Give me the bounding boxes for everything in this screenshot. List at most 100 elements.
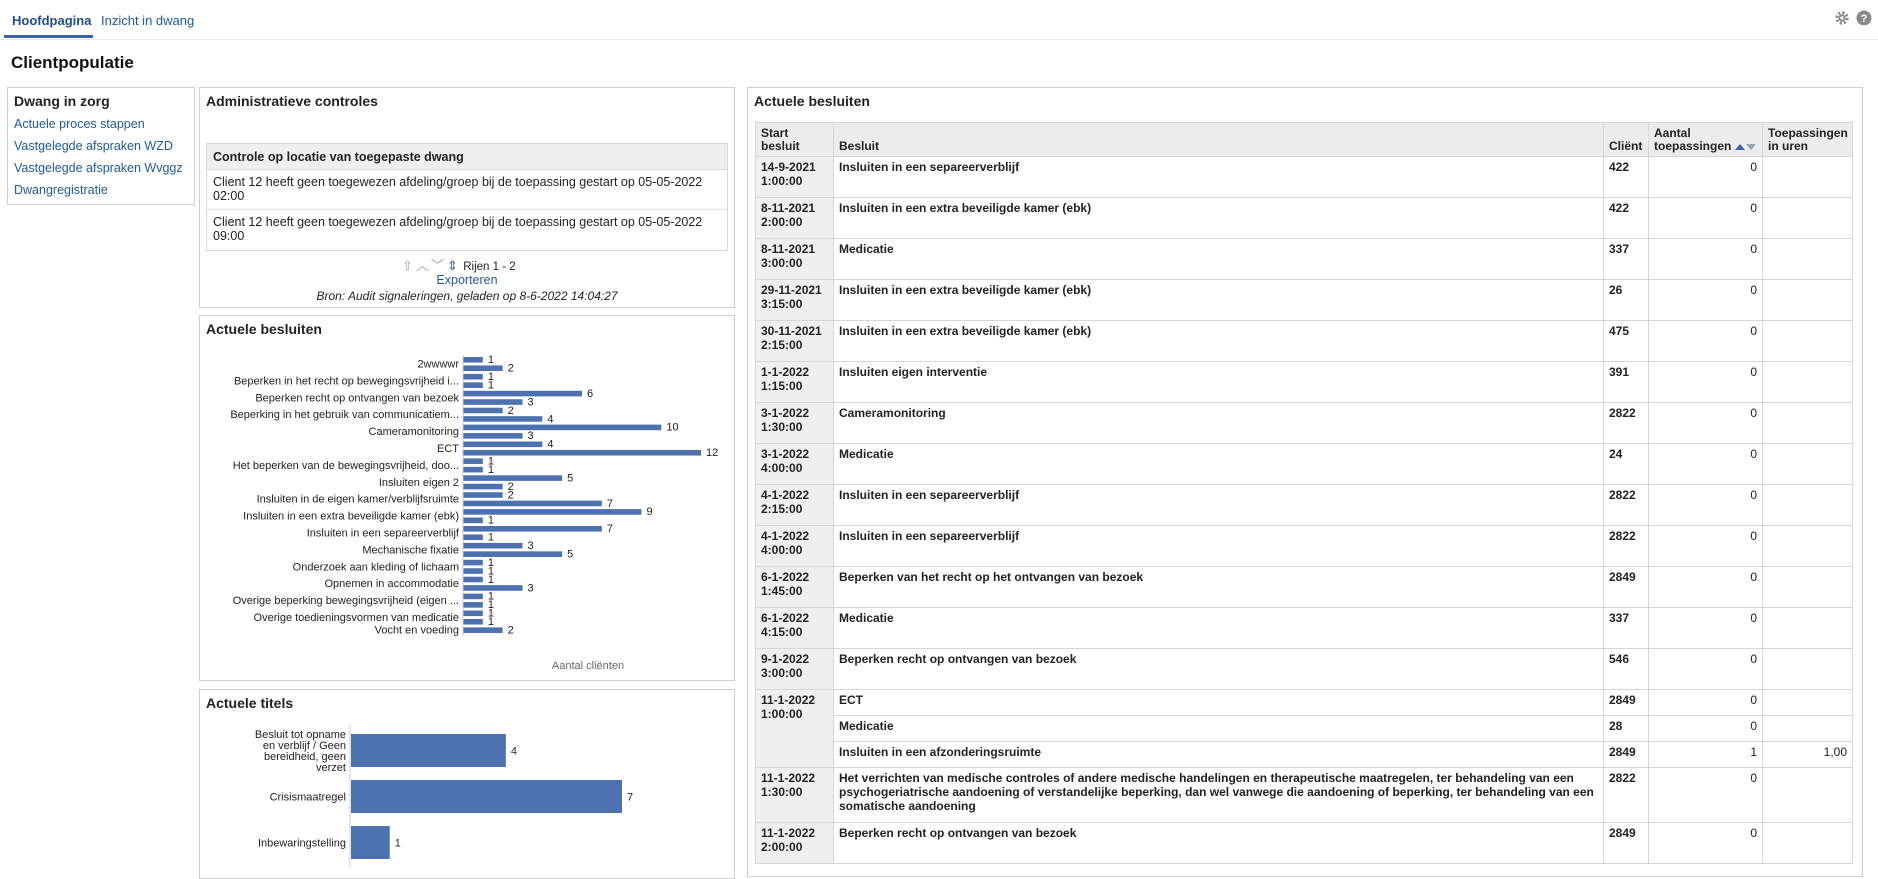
category-label: Beperken recht op ontvangen van bezoek <box>255 392 459 404</box>
start-besluit-cell: 4-1-2022 2:15:00 <box>755 484 834 526</box>
bar[interactable] <box>463 357 483 363</box>
table-row: 8-11-2021 2:00:00 Insluiten in een extra … <box>755 197 1853 239</box>
bar[interactable] <box>463 424 662 431</box>
start-besluit-cell: 4-1-2022 4:00:00 <box>755 525 834 567</box>
bar[interactable] <box>463 407 503 414</box>
menu-link-dwangregistratie[interactable]: Dwangregistratie <box>14 183 108 197</box>
category-label: Insluiten in een extra beveiligde kamer … <box>243 511 459 523</box>
table-row: Medicatie 28 0 <box>756 715 1853 742</box>
bar[interactable] <box>463 593 483 600</box>
aantal-toepassingen-cell: 0 <box>1648 238 1763 280</box>
start-besluit-cell: 3-1-2022 4:00:00 <box>755 443 834 485</box>
column-header-aantal-label: Aantal toepassingen <box>1654 126 1732 153</box>
table-row: 11-1-2022 1:00:00 ECT 2849 0 <box>755 689 1853 768</box>
pager-text: Rijen 1 - 2 <box>463 261 516 273</box>
aantal-toepassingen-cell: 0 <box>1648 607 1763 649</box>
bar[interactable] <box>463 373 483 380</box>
page-title: Clientpopulatie <box>11 53 134 72</box>
toepassingen-uren-cell <box>1762 607 1853 649</box>
bar[interactable] <box>463 627 503 633</box>
aantal-toepassingen-cell: 0 <box>1648 715 1763 742</box>
column-header-aantal[interactable]: Aantal toepassingen <box>1648 122 1763 157</box>
aantal-toepassingen-cell: 0 <box>1648 402 1763 444</box>
bar[interactable] <box>463 568 483 574</box>
bar[interactable] <box>351 734 506 767</box>
all-rows-icon[interactable]: ⇕ <box>445 258 460 274</box>
bar[interactable] <box>463 534 483 541</box>
menu-link-afspraken-wzd[interactable]: Vastgelegde afspraken WZD <box>14 139 173 153</box>
bar[interactable] <box>463 517 483 524</box>
tab-hoofdpagina[interactable]: Hoofdpagina <box>12 13 91 28</box>
panel-title: Actuele besluiten <box>206 321 322 337</box>
bar[interactable] <box>463 500 602 507</box>
aantal-toepassingen-cell: 0 <box>1648 767 1763 823</box>
aantal-toepassingen-cell: 0 <box>1648 648 1763 690</box>
help-icon[interactable]: ? <box>1856 10 1872 26</box>
bar[interactable] <box>463 526 602 532</box>
bar-value-label: 7 <box>607 523 613 535</box>
bar[interactable] <box>463 416 543 422</box>
bar[interactable] <box>463 551 563 557</box>
bar-value-label: 1 <box>488 354 494 366</box>
menu-link-afspraken-wvggz[interactable]: Vastgelegde afspraken Wvggz <box>14 161 183 175</box>
sort-descending-icon[interactable] <box>1746 143 1757 150</box>
bar[interactable] <box>463 441 543 448</box>
first-page-icon[interactable]: ⇧ <box>400 258 415 274</box>
previous-page-icon[interactable]: ︿ <box>415 255 430 274</box>
bar[interactable] <box>463 466 483 473</box>
bar[interactable] <box>463 483 503 490</box>
besluit-cell: Insluiten in een extra beveiligde kamer … <box>833 279 1604 321</box>
bar[interactable] <box>463 576 483 583</box>
start-besluit-cell: 11-1-2022 1:30:00 <box>755 767 834 823</box>
bar[interactable] <box>463 492 503 498</box>
tab-inzicht-in-dwang[interactable]: Inzicht in dwang <box>101 13 194 28</box>
bar-value-label: 2 <box>508 489 514 501</box>
bar[interactable] <box>463 433 523 439</box>
table-row: 29-11-2021 3:15:00 Insluiten in een extra… <box>755 279 1853 321</box>
bar[interactable] <box>463 390 582 397</box>
client-cell: 2849 <box>1603 822 1649 864</box>
bar[interactable] <box>463 382 483 388</box>
sort-ascending-icon[interactable] <box>1735 143 1746 150</box>
client-cell: 2822 <box>1603 767 1649 823</box>
start-besluit-cell: 1-1-2022 1:15:00 <box>755 361 834 403</box>
bar-value-label: 3 <box>528 396 534 408</box>
menu-link-actuele-proces-stappen[interactable]: Actuele proces stappen <box>14 117 145 131</box>
bar[interactable] <box>463 458 483 464</box>
toepassingen-uren-cell <box>1762 361 1853 403</box>
bar[interactable] <box>463 602 483 608</box>
bar-value-label: 5 <box>567 548 573 560</box>
category-label: Overige toedieningsvormen van medicatie <box>254 612 459 624</box>
category-label: Insluiten eigen 2 <box>379 477 459 489</box>
category-label: Besluit tot opname en verblijf / Geen bere… <box>255 729 346 774</box>
table-row: 6-1-2022 4:15:00 Medicatie 337 0 <box>755 607 1853 649</box>
bar-value-label: 1 <box>395 838 401 850</box>
gear-icon[interactable] <box>1834 10 1850 26</box>
table-row: 3-1-2022 1:30:00 Cameramonitoring 2822 0 <box>755 402 1853 444</box>
bar[interactable] <box>463 365 503 372</box>
column-header-start[interactable]: Start besluit <box>755 122 834 157</box>
bar[interactable] <box>463 618 483 625</box>
bar[interactable] <box>463 610 483 617</box>
export-link[interactable]: Exporteren <box>200 273 734 287</box>
bar[interactable] <box>351 780 622 813</box>
besluit-cell: Insluiten in een extra beveiligde kamer … <box>833 197 1604 239</box>
next-page-icon[interactable]: ﹀ <box>430 255 445 274</box>
controle-table-header: Controle op locatie van toegepaste dwang <box>207 144 727 170</box>
bar[interactable] <box>351 826 390 859</box>
besluit-cell: Beperken recht op ontvangen van bezoek <box>833 648 1604 690</box>
column-header-uren[interactable]: Toepassingen in uren <box>1762 122 1853 157</box>
bar-value-label: 4 <box>547 439 553 451</box>
bar[interactable] <box>463 559 483 566</box>
bar-value-label: 1 <box>488 379 494 391</box>
aantal-toepassingen-cell: 0 <box>1648 156 1763 198</box>
toepassingen-uren-cell <box>1762 320 1853 362</box>
besluit-cell: Medicatie <box>833 238 1604 280</box>
column-header-besluit[interactable]: Besluit <box>833 122 1604 157</box>
bar[interactable] <box>463 542 523 549</box>
actuele-besluiten-chart-panel: Actuele besluiten 1 2 1 1 6 3 2 4 10 3 4 12 1 1 5 2 2 7 9 1… <box>199 315 735 681</box>
column-header-client[interactable]: Cliënt <box>1603 122 1649 157</box>
category-label: Crisismaatregel <box>270 792 346 804</box>
bar[interactable] <box>463 449 701 456</box>
toepassingen-uren-cell <box>1762 238 1853 280</box>
